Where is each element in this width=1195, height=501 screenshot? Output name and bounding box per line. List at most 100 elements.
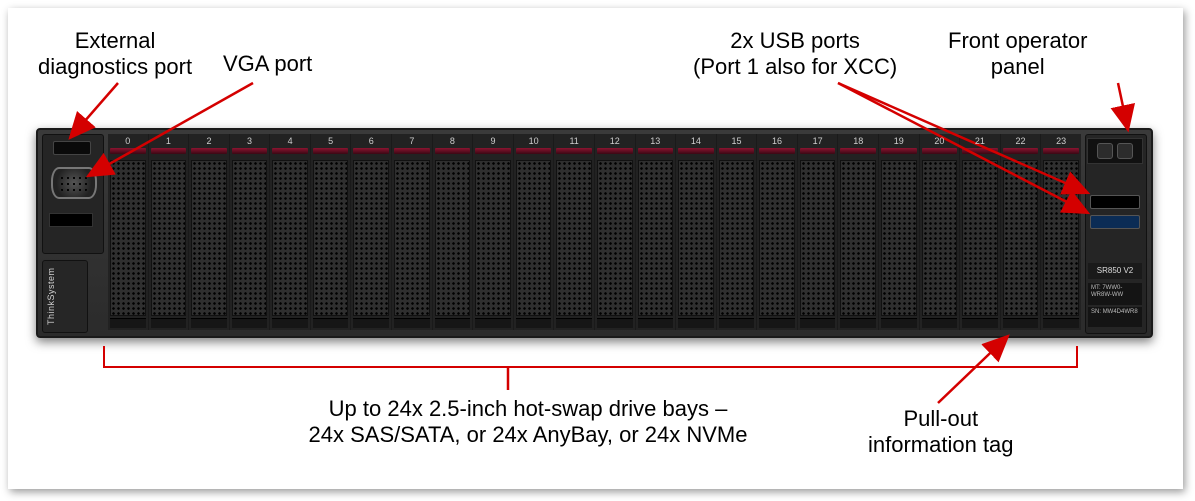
bay-foot — [962, 318, 998, 328]
bay-mesh — [556, 160, 592, 316]
bay-number: 2 — [189, 136, 229, 146]
front-operator-panel[interactable] — [1087, 138, 1143, 164]
bay-mesh — [881, 160, 917, 316]
diagram-canvas: Externaldiagnostics port VGA port 2x USB… — [8, 8, 1183, 489]
bay-foot — [110, 318, 146, 328]
bracket-drive-bays — [103, 346, 1078, 368]
bay-mesh — [800, 160, 836, 316]
id-button-icon[interactable] — [1117, 143, 1133, 159]
drive-bay[interactable]: 9 — [472, 134, 513, 330]
bay-foot — [191, 318, 227, 328]
drive-bay[interactable]: 5 — [310, 134, 351, 330]
bay-mesh — [151, 160, 187, 316]
model-label: SR850 V2 — [1088, 263, 1142, 279]
bay-number: 4 — [270, 136, 310, 146]
bay-latch — [962, 148, 998, 154]
brand-text: ThinkSystem — [46, 263, 58, 329]
bay-foot — [759, 318, 795, 328]
bay-latch — [719, 148, 755, 154]
label-drive-bays: Up to 24x 2.5-inch hot-swap drive bays –… — [268, 396, 788, 449]
label-vga-port: VGA port — [223, 51, 312, 77]
drive-bay[interactable]: 6 — [350, 134, 391, 330]
usb-port-1[interactable] — [1090, 195, 1140, 209]
drive-bay[interactable]: 11 — [553, 134, 594, 330]
bay-mesh — [840, 160, 876, 316]
drive-bay[interactable]: 1 — [148, 134, 189, 330]
bay-latch — [840, 148, 876, 154]
bay-latch — [678, 148, 714, 154]
bay-latch — [922, 148, 958, 154]
bay-number: 16 — [757, 136, 797, 146]
vga-port[interactable] — [51, 167, 97, 199]
drive-bay[interactable]: 19 — [878, 134, 919, 330]
bay-foot — [151, 318, 187, 328]
drive-bay[interactable]: 8 — [432, 134, 473, 330]
drive-bay[interactable]: 0 — [108, 134, 148, 330]
bay-foot — [597, 318, 633, 328]
drive-bay[interactable]: 16 — [756, 134, 797, 330]
bay-number: 12 — [595, 136, 635, 146]
machine-type-tag: MT: 7WW0-WR8W-WW — [1088, 283, 1142, 305]
bay-mesh — [191, 160, 227, 316]
serial-number-tag: SN: MW4D4WR8 — [1088, 307, 1142, 327]
bay-latch — [759, 148, 795, 154]
bay-latch — [1043, 148, 1079, 154]
drive-bay[interactable]: 18 — [837, 134, 878, 330]
bay-number: 18 — [838, 136, 878, 146]
drive-bay[interactable]: 20 — [919, 134, 960, 330]
drive-bay[interactable]: 10 — [513, 134, 554, 330]
bay-foot — [232, 318, 268, 328]
left-brand-panel: ThinkSystem — [42, 260, 88, 333]
drive-bay[interactable]: 14 — [675, 134, 716, 330]
bay-mesh — [516, 160, 552, 316]
bay-foot — [678, 318, 714, 328]
bay-latch — [638, 148, 674, 154]
server-chassis: ThinkSystem 0123456789101112131415161718… — [36, 128, 1153, 338]
power-button-icon[interactable] — [1097, 143, 1113, 159]
bay-latch — [597, 148, 633, 154]
bay-mesh — [638, 160, 674, 316]
drive-bay[interactable]: 21 — [959, 134, 1000, 330]
bay-foot — [272, 318, 308, 328]
bay-foot — [516, 318, 552, 328]
bay-latch — [353, 148, 389, 154]
bay-number: 0 — [108, 136, 148, 146]
external-diagnostics-port[interactable] — [53, 141, 91, 155]
drive-bay-row: 01234567891011121314151617181920212223 — [108, 134, 1081, 330]
drive-bay[interactable]: 15 — [716, 134, 757, 330]
bay-foot — [435, 318, 471, 328]
bay-foot — [556, 318, 592, 328]
bay-latch — [1003, 148, 1039, 154]
bay-foot — [719, 318, 755, 328]
left-slot — [49, 213, 93, 227]
drive-bay[interactable]: 17 — [797, 134, 838, 330]
label-front-operator-panel: Front operatorpanel — [948, 28, 1087, 81]
drive-bay[interactable]: 4 — [269, 134, 310, 330]
bay-foot — [840, 318, 876, 328]
drive-bay[interactable]: 3 — [229, 134, 270, 330]
bay-number: 6 — [351, 136, 391, 146]
bay-latch — [475, 148, 511, 154]
bay-latch — [232, 148, 268, 154]
drive-bay[interactable]: 7 — [391, 134, 432, 330]
bay-foot — [475, 318, 511, 328]
bay-latch — [556, 148, 592, 154]
drive-bay[interactable]: 13 — [635, 134, 676, 330]
bay-mesh — [719, 160, 755, 316]
bay-number: 7 — [392, 136, 432, 146]
bay-mesh — [272, 160, 308, 316]
bay-foot — [1003, 318, 1039, 328]
usb-port-2[interactable] — [1090, 215, 1140, 229]
bay-latch — [110, 148, 146, 154]
bay-latch — [516, 148, 552, 154]
drive-bay[interactable]: 2 — [188, 134, 229, 330]
bay-foot — [353, 318, 389, 328]
arrow-op-panel — [1118, 83, 1128, 130]
bay-number: 20 — [920, 136, 960, 146]
bay-latch — [272, 148, 308, 154]
drive-bay[interactable]: 23 — [1040, 134, 1081, 330]
drive-bay[interactable]: 12 — [594, 134, 635, 330]
bay-number: 22 — [1001, 136, 1041, 146]
drive-bay[interactable]: 22 — [1000, 134, 1041, 330]
bay-mesh — [759, 160, 795, 316]
